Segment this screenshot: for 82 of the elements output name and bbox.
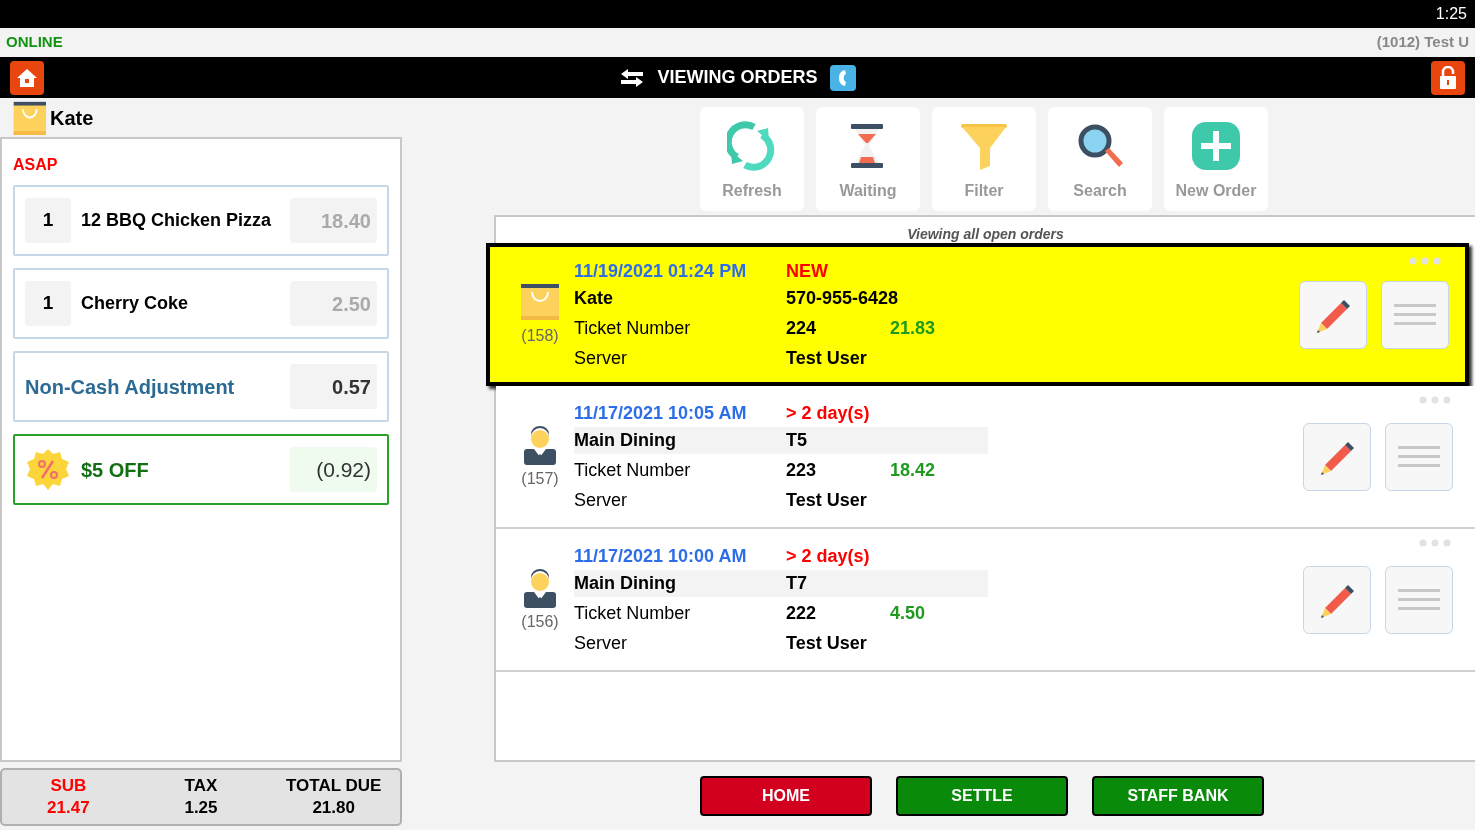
refresh-icon [727,121,777,171]
settle-button[interactable]: SETTLE [896,776,1068,816]
order-age: NEW [786,259,829,283]
server-label: Server [574,346,628,370]
ticket-number: 224 [786,316,818,340]
order-date: 11/17/2021 10:00 AM [574,544,748,568]
timing-label: ASAP [13,155,59,175]
discount-name: $5 OFF [81,457,150,483]
ticket-label: Ticket Number [574,316,692,340]
toolbar-button[interactable]: Refresh [700,107,804,211]
plus-icon [1191,121,1241,171]
menu-icon [1398,587,1440,612]
phone-icon [829,64,856,91]
server-label: Server [574,631,628,655]
item-price: 18.40 [290,198,377,243]
server-name: Test User [786,631,868,655]
dining-area: Main Dining [574,569,786,597]
header-title: VIEWING ORDERS [657,66,818,89]
customer-name: Kate [574,286,614,310]
order-age: > 2 day(s) [786,401,871,425]
home-button[interactable]: HOME [700,776,872,816]
ticket-number: 223 [786,458,818,482]
home-icon [16,66,38,89]
padlock-icon [1438,65,1458,90]
order-age: > 2 day(s) [786,544,871,568]
ticket-label: Ticket Number [574,601,692,625]
total-label: SUB [50,775,87,797]
item-price: 2.50 [290,281,377,326]
quantity-label: 1 [25,198,71,243]
swap-arrows-icon [619,67,646,88]
total-value: 1.25 [184,797,218,819]
edit-button[interactable] [1299,280,1367,349]
order-date: 11/17/2021 10:05 AM [574,401,748,425]
adjustment-name: Non-Cash Adjustment [25,374,236,400]
order-number: (156) [521,611,559,632]
order-number: (158) [521,325,559,346]
order-total: 4.50 [890,601,927,625]
order-total: 18.42 [890,458,937,482]
connection-status: ONLINE [6,32,63,53]
order-date: 11/19/2021 01:24 PM [574,259,748,283]
server-label: Server [574,488,628,512]
discount-amount: (0.92) [290,447,377,492]
item-name: 12 BBQ Chicken Pizza [81,209,273,232]
toolbar-button[interactable]: Filter [932,107,1036,211]
ticket-number: 222 [786,601,818,625]
orders-caption: Viewing all open orders [907,225,1064,243]
home-button[interactable] [10,60,44,95]
lock-button[interactable] [1431,60,1465,95]
dining-area: Main Dining [574,426,786,454]
server-name: Test User [786,488,868,512]
total-value: 21.80 [312,797,355,819]
total-label: TOTAL DUE [285,775,382,797]
bank-button[interactable]: STAFF BANK [1092,776,1264,816]
clock-time: 1:25 [1435,4,1467,24]
item-name: Cherry Coke [81,292,190,315]
order-row[interactable]: (158) 11/19/2021 01:24 PM NEW Kate 570-955-6428 Ticket Number 224 21.83 Server Test User [486,243,1469,386]
funnel-icon [959,121,1009,171]
edit-button[interactable] [1303,565,1371,634]
quantity-label: 1 [25,281,71,326]
edit-button[interactable] [1303,422,1371,491]
adjustment-amount: 0.57 [290,364,377,409]
order-total: 21.83 [890,316,937,340]
menu-icon [1394,302,1436,327]
toolbar-button[interactable]: Waiting [816,107,920,211]
shopping-bag-icon [519,281,561,322]
toolbar-button[interactable]: New Order [1164,107,1268,211]
total-label: TAX [184,775,218,797]
customer-name: Kate [50,105,94,131]
toolbar-button[interactable]: Search [1048,107,1152,211]
phone-number: 570-955-6428 [786,286,900,310]
table-number: T7 [786,569,988,597]
menu-icon [1398,444,1440,469]
table-number: T5 [786,426,988,454]
dots-icon [1419,396,1451,404]
dots-icon [1419,539,1451,547]
user-label: (1012) Test U [1376,32,1469,53]
shopping-bag-icon [12,99,46,136]
dots-icon [1409,257,1441,265]
ticket-label: Ticket Number [574,458,692,482]
order-number: (157) [521,468,559,489]
total-value: 21.47 [47,797,90,819]
server-name: Test User [786,346,868,370]
